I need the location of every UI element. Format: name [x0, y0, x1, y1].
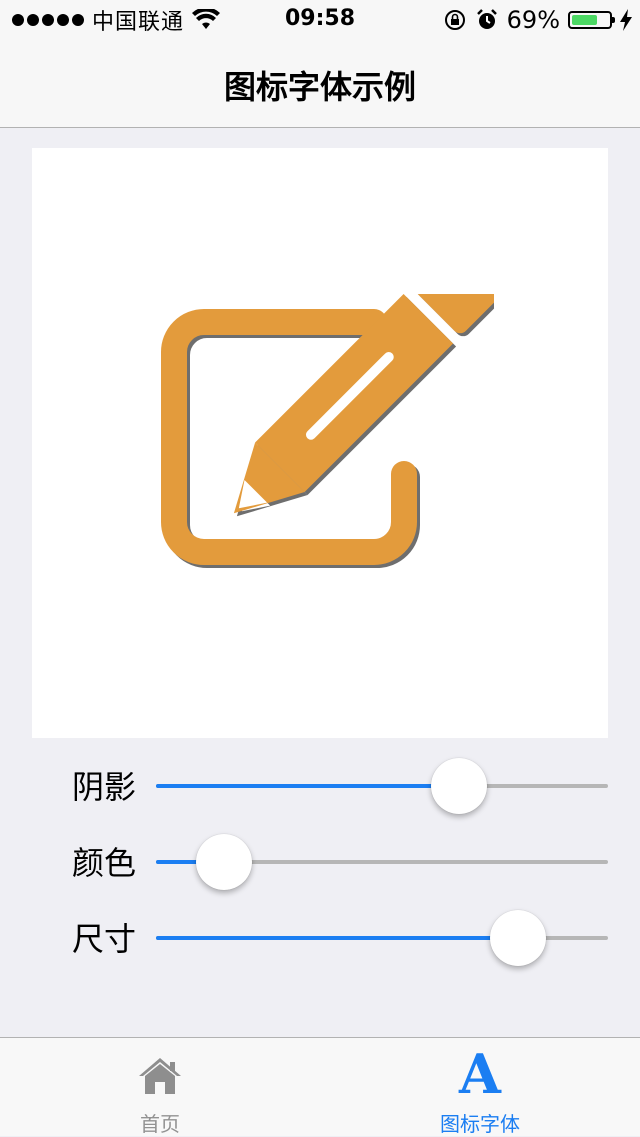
slider-row-shadow: 阴影	[0, 756, 640, 816]
size-slider-thumb[interactable]	[489, 910, 546, 966]
alarm-icon	[476, 9, 497, 29]
shadow-slider-thumb[interactable]	[430, 758, 487, 814]
color-slider-thumb[interactable]	[195, 834, 252, 890]
icon-preview-panel	[32, 148, 608, 738]
tab-bar: 首页 A 图标字体	[0, 1037, 640, 1136]
slider-fill	[156, 936, 518, 940]
tab-home[interactable]: 首页	[0, 1038, 320, 1136]
slider-label-shadow: 阴影	[72, 768, 137, 806]
battery-icon	[568, 11, 615, 29]
slider-label-size: 尺寸	[72, 920, 137, 958]
status-right: 69%	[443, 6, 632, 34]
tab-label-icon-font: 图标字体	[440, 1112, 520, 1136]
status-bar: 中国联通 09:58 69%	[0, 0, 640, 40]
slider-fill	[156, 784, 459, 788]
page-title: 图标字体示例	[223, 68, 416, 106]
font-a-icon: A	[459, 1042, 501, 1106]
edit-pencil-icon	[144, 294, 494, 574]
slider-label-color: 颜色	[72, 844, 137, 882]
slider-row-color: 颜色	[0, 832, 640, 892]
slider-row-size: 尺寸	[0, 908, 640, 968]
home-icon	[139, 1058, 181, 1094]
navigation-bar: 图标字体示例	[0, 40, 640, 128]
tab-label-home: 首页	[140, 1112, 180, 1136]
orientation-lock-icon	[444, 10, 465, 30]
tab-icon-font[interactable]: A 图标字体	[320, 1038, 640, 1136]
charging-bolt-icon	[620, 9, 632, 31]
battery-percent: 69%	[506, 6, 560, 34]
